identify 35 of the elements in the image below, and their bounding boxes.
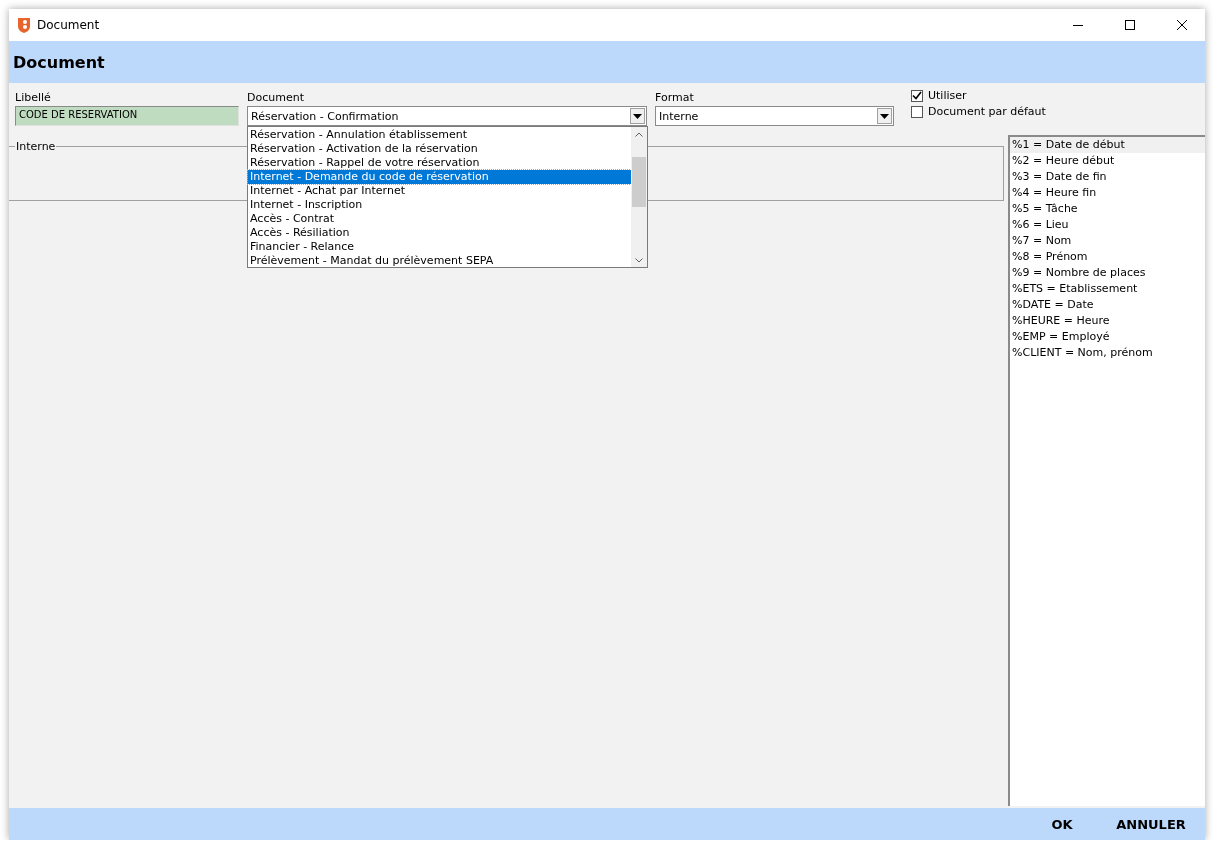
- dropdown-option[interactable]: Accès - Résiliation: [248, 226, 631, 240]
- field-label: Libellé: [15, 91, 52, 104]
- field-label: Document: [247, 91, 305, 104]
- dropdown[interactable]: Interne: [655, 106, 894, 126]
- caret-icon: [633, 113, 642, 119]
- input-field[interactable]: CODE DE RESERVATION: [15, 106, 239, 126]
- scrollbar[interactable]: [631, 127, 647, 267]
- dropdown-option[interactable]: Réservation - Annulation établissement: [248, 128, 631, 142]
- list-item[interactable]: %1 = Date de début: [1010, 137, 1205, 153]
- dropdown[interactable]: Réservation - Confirmation: [247, 106, 647, 126]
- chevron-up-icon: [635, 131, 643, 137]
- header-title: Document: [13, 52, 105, 72]
- chevron-down-icon: [635, 257, 643, 263]
- caret-icon: [880, 113, 889, 119]
- dropdown-option[interactable]: Financier - Relance: [248, 240, 631, 254]
- checkbox[interactable]: [911, 105, 923, 118]
- checkbox-label: Utiliser: [928, 89, 967, 102]
- app-logo-icon: [17, 17, 31, 33]
- dropdown-option[interactable]: Prélèvement - Mandat du prélèvement SEPA: [248, 254, 631, 268]
- dropdown-option[interactable]: Internet - Demande du code de réservation: [248, 170, 631, 184]
- dropdown-option[interactable]: Réservation - Activation de la réservation: [248, 142, 631, 156]
- close-icon: [1177, 20, 1187, 30]
- maximize-icon: [1125, 20, 1135, 30]
- group-title: Interne: [15, 140, 57, 153]
- checkbox[interactable]: [911, 89, 923, 102]
- field-label: Format: [655, 91, 695, 104]
- ok-button[interactable]: OK: [1027, 816, 1097, 832]
- cancel-button[interactable]: ANNULER: [1116, 816, 1186, 832]
- dropdown-option[interactable]: Internet - Inscription: [248, 198, 631, 212]
- checkbox-label: Document par défaut: [928, 105, 1046, 118]
- window-title: Document: [37, 18, 101, 32]
- scrollbar-thumb[interactable]: [632, 157, 646, 207]
- dropdown-option[interactable]: Internet - Achat par Internet: [248, 184, 631, 198]
- dropdown-option[interactable]: Réservation - Rappel de votre réservation: [248, 156, 631, 170]
- dropdown-option[interactable]: Accès - Contrat: [248, 212, 631, 226]
